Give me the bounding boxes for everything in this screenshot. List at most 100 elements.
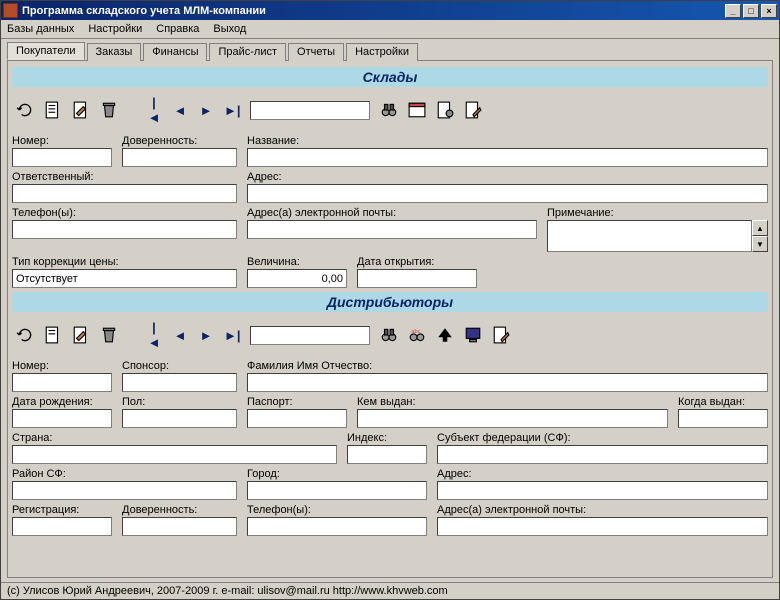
input-price-correction[interactable] (12, 269, 237, 288)
close-button[interactable]: × (761, 4, 777, 18)
input-d-subject[interactable] (437, 445, 768, 464)
minimize-button[interactable]: _ (725, 4, 741, 18)
label-responsible: Ответственный: (12, 171, 237, 183)
content-pane: Склады |◄ ◄ ► ►| Номер: Доверенность: На… (7, 60, 773, 578)
prev-record-icon[interactable]: ◄ (172, 328, 188, 343)
input-d-country[interactable] (12, 445, 337, 464)
label-address: Адрес: (247, 171, 768, 183)
menubar: Базы данных Настройки Справка Выход (1, 20, 779, 39)
input-d-when-issued[interactable] (678, 409, 768, 428)
tab-finance[interactable]: Финансы (143, 43, 207, 61)
label-note: Примечание: (547, 207, 752, 219)
warehouses-search-input[interactable] (250, 101, 370, 120)
new-record-icon[interactable] (44, 326, 62, 344)
input-power[interactable] (122, 148, 237, 167)
input-number[interactable] (12, 148, 112, 167)
input-responsible[interactable] (12, 184, 237, 203)
menu-settings[interactable]: Настройки (88, 23, 142, 35)
distributors-search-input[interactable] (250, 326, 370, 345)
input-d-number[interactable] (12, 373, 112, 392)
first-record-icon[interactable]: |◄ (146, 320, 162, 350)
refresh-icon[interactable] (16, 101, 34, 119)
input-d-district[interactable] (12, 481, 237, 500)
label-d-fio: Фамилия Имя Отчество: (247, 360, 768, 372)
prev-record-icon[interactable]: ◄ (172, 103, 188, 118)
input-d-power[interactable] (122, 517, 237, 536)
input-d-index[interactable] (347, 445, 427, 464)
refresh-icon[interactable] (16, 326, 34, 344)
input-address[interactable] (247, 184, 768, 203)
input-name[interactable] (247, 148, 768, 167)
label-d-city: Город: (247, 468, 427, 480)
input-d-sponsor[interactable] (122, 373, 237, 392)
tab-reports[interactable]: Отчеты (288, 43, 344, 61)
menu-databases[interactable]: Базы данных (7, 23, 74, 35)
up-arrow-icon[interactable] (436, 326, 454, 344)
label-d-when-issued: Когда выдан: (678, 396, 768, 408)
input-d-city[interactable] (247, 481, 427, 500)
label-number: Номер: (12, 135, 112, 147)
find-text-icon[interactable]: abc (408, 326, 426, 344)
input-phones[interactable] (12, 220, 237, 239)
label-d-sponsor: Спонсор: (122, 360, 237, 372)
label-d-subject: Субъект федерации (СФ): (437, 432, 768, 444)
note-scroll-up[interactable]: ▲ (752, 220, 768, 236)
input-d-address[interactable] (437, 481, 768, 500)
input-d-sex[interactable] (122, 409, 237, 428)
computer-icon[interactable] (464, 326, 482, 344)
edit-record-icon[interactable] (72, 326, 90, 344)
label-emails: Адрес(а) электронной почты: (247, 207, 537, 219)
binoculars-icon[interactable] (380, 101, 398, 119)
textarea-note[interactable] (547, 220, 752, 252)
input-value[interactable] (247, 269, 347, 288)
tabbar: Покупатели Заказы Финансы Прайс-лист Отч… (1, 39, 779, 60)
label-d-address: Адрес: (437, 468, 768, 480)
tab-buyers[interactable]: Покупатели (7, 42, 85, 60)
input-d-emails[interactable] (437, 517, 768, 536)
note-edit-icon[interactable] (464, 101, 482, 119)
label-power: Доверенность: (122, 135, 237, 147)
section-distributors-header: Дистрибьюторы (12, 292, 768, 312)
delete-record-icon[interactable] (100, 326, 118, 344)
input-d-issued-by[interactable] (357, 409, 668, 428)
label-open-date: Дата открытия: (357, 256, 477, 268)
last-record-icon[interactable]: ►| (224, 328, 240, 343)
next-record-icon[interactable]: ► (198, 103, 214, 118)
new-record-icon[interactable] (44, 101, 62, 119)
label-d-registration: Регистрация: (12, 504, 112, 516)
last-record-icon[interactable]: ►| (224, 103, 240, 118)
section-warehouses-header: Склады (12, 67, 768, 87)
properties-icon[interactable] (436, 101, 454, 119)
maximize-button[interactable]: □ (743, 4, 759, 18)
input-open-date[interactable] (357, 269, 477, 288)
menu-exit[interactable]: Выход (213, 23, 246, 35)
binoculars-icon[interactable] (380, 326, 398, 344)
input-emails[interactable] (247, 220, 537, 239)
label-name: Название: (247, 135, 768, 147)
input-d-birthdate[interactable] (12, 409, 112, 428)
input-d-passport[interactable] (247, 409, 347, 428)
input-d-phones[interactable] (247, 517, 427, 536)
label-d-country: Страна: (12, 432, 337, 444)
titlebar: Программа складского учета МЛМ-компании … (1, 1, 779, 20)
warehouses-toolbar: |◄ ◄ ► ►| (12, 93, 768, 133)
edit-record-icon[interactable] (72, 101, 90, 119)
label-d-phones: Телефон(ы): (247, 504, 427, 516)
delete-record-icon[interactable] (100, 101, 118, 119)
note-scroll-down[interactable]: ▼ (752, 236, 768, 252)
label-d-passport: Паспорт: (247, 396, 347, 408)
label-d-power: Доверенность: (122, 504, 237, 516)
first-record-icon[interactable]: |◄ (146, 95, 162, 125)
calendar-icon[interactable] (408, 101, 426, 119)
label-d-issued-by: Кем выдан: (357, 396, 668, 408)
note-edit-icon[interactable] (492, 326, 510, 344)
input-d-fio[interactable] (247, 373, 768, 392)
label-price-correction: Тип коррекции цены: (12, 256, 237, 268)
tab-settings[interactable]: Настройки (346, 43, 418, 61)
menu-help[interactable]: Справка (156, 23, 199, 35)
label-d-number: Номер: (12, 360, 112, 372)
tab-orders[interactable]: Заказы (87, 43, 142, 61)
next-record-icon[interactable]: ► (198, 328, 214, 343)
input-d-registration[interactable] (12, 517, 112, 536)
tab-pricelist[interactable]: Прайс-лист (209, 43, 286, 61)
